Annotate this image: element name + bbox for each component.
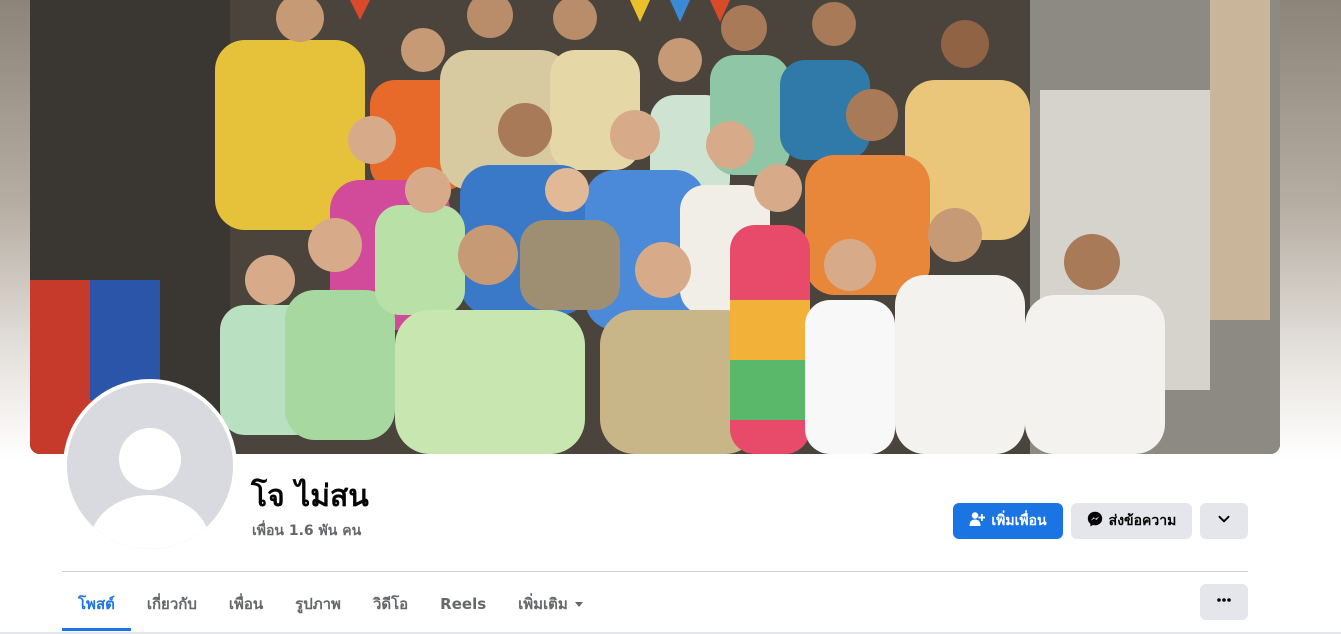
- tab-label: เพื่อน: [228, 595, 264, 613]
- ellipsis-icon: [1216, 592, 1232, 612]
- tab-more[interactable]: เพิ่มเติม: [502, 580, 600, 628]
- friends-count[interactable]: เพื่อน 1.6 พัน คน: [252, 520, 361, 542]
- tab-friends[interactable]: เพื่อน: [213, 580, 279, 628]
- profile-options-button[interactable]: [1200, 503, 1248, 539]
- profile-picture[interactable]: [63, 379, 237, 553]
- tab-reels[interactable]: Reels: [424, 580, 502, 628]
- tab-label: รูปภาพ: [295, 595, 341, 613]
- tab-videos[interactable]: วิดีโอ: [357, 580, 424, 628]
- tab-posts[interactable]: โพสต์: [62, 580, 131, 631]
- tab-label: วิดีโอ: [372, 595, 409, 613]
- tab-label: Reels: [440, 595, 487, 613]
- chevron-down-icon: [1217, 512, 1231, 530]
- message-label: ส่งข้อความ: [1108, 513, 1177, 529]
- tab-about[interactable]: เกี่ยวกับ: [131, 580, 213, 628]
- profile-tabs: โพสต์ เกี่ยวกับ เพื่อน รูปภาพ วิดีโอ Ree…: [62, 580, 600, 632]
- caret-down-icon: [574, 595, 584, 613]
- cover-photo[interactable]: [30, 0, 1280, 454]
- tab-photos[interactable]: รูปภาพ: [279, 580, 357, 628]
- add-friend-button[interactable]: เพิ่มเพื่อน: [953, 503, 1063, 539]
- messenger-icon: [1087, 511, 1103, 531]
- header-divider: [62, 571, 1248, 572]
- tab-label: โพสต์: [78, 595, 115, 613]
- add-friend-label: เพิ่มเพื่อน: [991, 513, 1047, 529]
- tab-label: เกี่ยวกับ: [146, 595, 197, 613]
- tab-overflow-button[interactable]: [1200, 584, 1248, 620]
- tab-label: เพิ่มเติม: [518, 595, 568, 613]
- profile-name: โจ ไม่สน: [251, 479, 369, 514]
- message-button[interactable]: ส่งข้อความ: [1071, 503, 1192, 539]
- person-plus-icon: [969, 511, 986, 531]
- default-avatar-icon: [67, 383, 233, 549]
